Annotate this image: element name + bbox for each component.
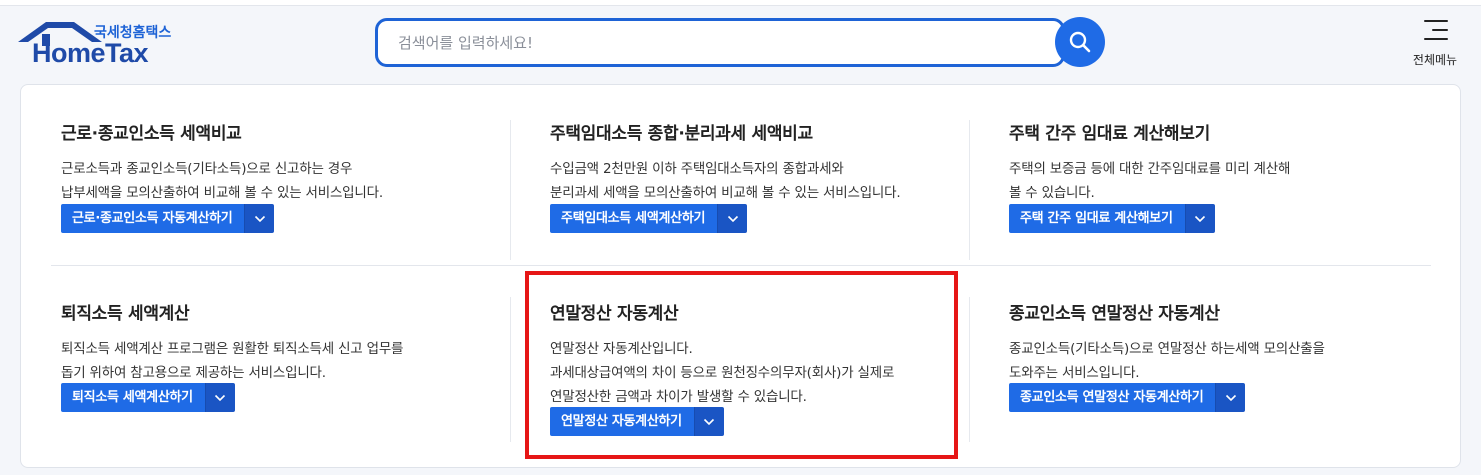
service-card-retirement-income: 퇴직소득 세액계산 퇴직소득 세액계산 프로그램은 원활한 퇴직소득세 신고 업… — [61, 299, 403, 385]
highlight-box — [525, 271, 958, 459]
button-label: 근로·종교인소득 자동계산하기 — [61, 204, 245, 233]
card-description: 주택의 보증금 등에 대한 간주임대료를 미리 계산해 볼 수 있습니다. — [1009, 161, 1291, 201]
hamburger-menu-icon — [1424, 20, 1448, 42]
chevron-down-icon[interactable] — [1184, 204, 1215, 233]
card-description: 종교인소득(기타소득)으로 연말정산 하는세액 모의산출을 도와주는 서비스입니다… — [1009, 341, 1325, 381]
retirement-income-calc-button[interactable]: 퇴직소득 세액계산하기 — [61, 383, 235, 412]
logo-title: HomeTax — [32, 38, 149, 68]
housing-rental-calc-button[interactable]: 주택임대소득 세액계산하기 — [550, 204, 748, 233]
header: 국세청홈택스 HomeTax 전체메뉴 — [0, 6, 1481, 78]
button-label: 주택 간주 임대료 계산해보기 — [1009, 204, 1185, 233]
religion-year-end-calc-button[interactable]: 종교인소득 연말정산 자동계산하기 — [1009, 383, 1246, 412]
search-button[interactable] — [1055, 17, 1105, 67]
hometax-logo[interactable]: 국세청홈택스 HomeTax — [18, 18, 178, 70]
all-menu-button[interactable]: 전체메뉴 — [1404, 18, 1466, 74]
row-divider — [51, 265, 1431, 266]
search-icon — [1069, 31, 1091, 53]
card-title: 주택 간주 임대료 계산해보기 — [1009, 124, 1210, 144]
deemed-rent-calc-button[interactable]: 주택 간주 임대료 계산해보기 — [1009, 204, 1215, 233]
button-label: 주택임대소득 세액계산하기 — [550, 204, 718, 233]
search-input[interactable] — [378, 21, 1018, 64]
chevron-down-icon[interactable] — [204, 383, 235, 412]
all-menu-label: 전체메뉴 — [1412, 53, 1458, 67]
card-description: 수입금액 2천만원 이하 주택임대소득자의 종합과세와 분리과세 세액을 모의산출… — [550, 161, 901, 201]
column-divider — [510, 297, 511, 442]
card-title: 근로·종교인소득 세액비교 — [61, 124, 242, 144]
card-description: 퇴직소득 세액계산 프로그램은 원활한 퇴직소득세 신고 업무를 돕기 위하여 참… — [61, 341, 404, 381]
search-box — [375, 18, 1065, 67]
card-title: 종교인소득 연말정산 자동계산 — [1009, 304, 1220, 324]
column-divider — [969, 297, 970, 442]
column-divider — [969, 120, 970, 260]
column-divider — [510, 120, 511, 260]
service-card-housing-rental-compare: 주택임대소득 종합·분리과세 세액비교 수입금액 2천만원 이하 주택임대소득자… — [550, 119, 901, 205]
button-label: 퇴직소득 세액계산하기 — [61, 383, 205, 412]
service-card-deemed-rent: 주택 간주 임대료 계산해보기 주택의 보증금 등에 대한 간주임대료를 미리 … — [1009, 119, 1290, 205]
card-title: 퇴직소득 세액계산 — [61, 304, 190, 324]
work-religion-calc-button[interactable]: 근로·종교인소득 자동계산하기 — [61, 204, 275, 233]
card-description: 근로소득과 종교인소득(기타소득)으로 신고하는 경우 납부세액을 모의산출하여 … — [61, 161, 383, 201]
chevron-down-icon[interactable] — [717, 204, 748, 233]
chevron-down-icon[interactable] — [1215, 383, 1246, 412]
service-card-religion-year-end: 종교인소득 연말정산 자동계산 종교인소득(기타소득)으로 연말정산 하는세액 … — [1009, 299, 1325, 385]
chevron-down-icon[interactable] — [244, 204, 275, 233]
service-card-work-religion-compare: 근로·종교인소득 세액비교 근로소득과 종교인소득(기타소득)으로 신고하는 경… — [61, 119, 383, 205]
button-label: 종교인소득 연말정산 자동계산하기 — [1009, 383, 1216, 412]
card-title: 주택임대소득 종합·분리과세 세액비교 — [550, 124, 813, 144]
